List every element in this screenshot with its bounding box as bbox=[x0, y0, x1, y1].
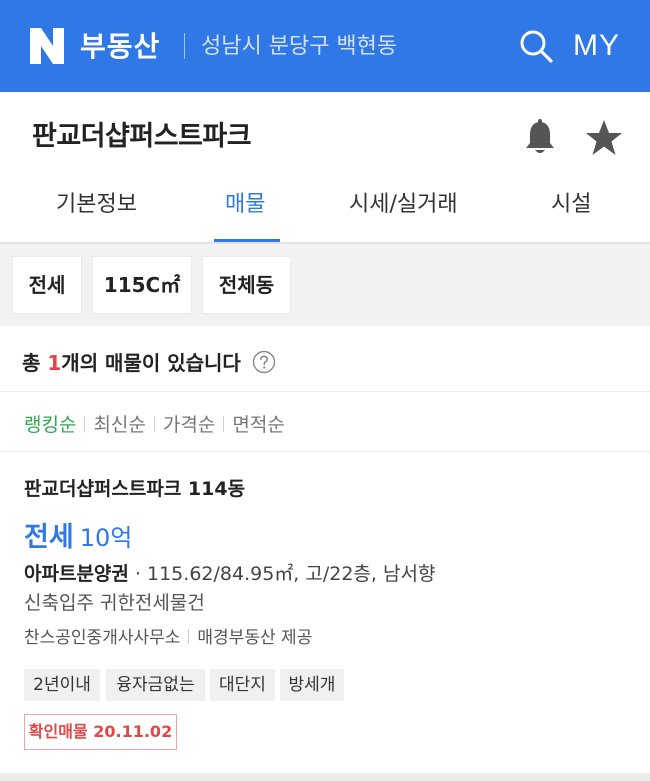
listing-description: 신축입주 귀한전세물건 bbox=[24, 592, 205, 614]
sort-latest[interactable]: 최신순 bbox=[93, 409, 145, 441]
filter-area-size[interactable]: 115C㎡ bbox=[92, 256, 192, 314]
active-tab-indicator bbox=[214, 239, 280, 242]
header-divider bbox=[184, 33, 185, 59]
star-icon[interactable] bbox=[584, 118, 624, 158]
tab-price-transactions[interactable]: 시세/실거래 bbox=[349, 188, 458, 222]
region-label[interactable]: 성남시 분당구 백현동 bbox=[201, 30, 397, 64]
deal-type: 전세 bbox=[24, 522, 74, 553]
search-icon[interactable] bbox=[518, 28, 554, 64]
listing-spec: 아파트분양권 · 115.62/84.95㎡, 고/22층, 남서향 bbox=[24, 560, 435, 588]
sort-divider bbox=[153, 416, 155, 432]
sort-divider bbox=[223, 416, 225, 432]
tab-facilities[interactable]: 시설 bbox=[551, 188, 591, 222]
tab-bar: 기본정보 매물 시세/실거래 시설 bbox=[0, 180, 650, 244]
divider bbox=[0, 391, 650, 392]
filter-deal-type[interactable]: 전세 bbox=[12, 256, 82, 314]
agent-name[interactable]: 찬스공인중개사사무소 bbox=[24, 628, 180, 648]
spec-details: · 115.62/84.95㎡, 고/22층, 남서향 bbox=[128, 563, 436, 585]
sort-price[interactable]: 가격순 bbox=[163, 409, 215, 441]
tab-listings[interactable]: 매물 bbox=[225, 188, 265, 222]
help-icon[interactable] bbox=[252, 350, 276, 374]
filter-building[interactable]: 전체동 bbox=[202, 256, 291, 314]
listing-tag: 대단지 bbox=[210, 669, 275, 701]
complex-title: 판교더샵퍼스트파크 bbox=[32, 121, 252, 152]
filter-bar: 전세 115C㎡ 전체동 bbox=[0, 244, 650, 326]
count-suffix: 개의 매물이 있습니다 bbox=[61, 351, 241, 375]
verified-badge: 확인매물 20.11.02 bbox=[24, 714, 177, 750]
listing-count: 총 1개의 매물이 있습니다 bbox=[22, 346, 276, 380]
listing-tag: 2년이내 bbox=[24, 669, 100, 701]
sort-area[interactable]: 면적순 bbox=[232, 409, 284, 441]
listing-agent: 찬스공인중개사사무소 매경부동산 제공 bbox=[24, 624, 312, 652]
price-value: 10억 bbox=[79, 524, 133, 552]
listing-title[interactable]: 판교더샵퍼스트파크 114동 bbox=[24, 474, 245, 504]
count-number: 1 bbox=[47, 351, 62, 375]
brand-label[interactable]: 부동산 bbox=[80, 28, 160, 66]
count-prefix: 총 bbox=[22, 351, 48, 375]
tab-basic-info[interactable]: 기본정보 bbox=[56, 188, 137, 222]
listing-price[interactable]: 전세 10억 bbox=[24, 518, 132, 561]
top-navigation-bar: 부동산 성남시 분당구 백현동 MY bbox=[0, 0, 650, 92]
agent-divider bbox=[188, 629, 190, 644]
naver-logo-icon[interactable] bbox=[30, 28, 64, 64]
listing-tag: 융자금없는 bbox=[106, 669, 205, 701]
bell-icon[interactable] bbox=[522, 118, 558, 158]
property-type: 아파트분양권 bbox=[24, 563, 129, 585]
data-provider: 매경부동산 제공 bbox=[197, 628, 313, 648]
sort-ranking[interactable]: 랭킹순 bbox=[24, 409, 76, 441]
sort-options: 랭킹순 최신순 가격순 면적순 bbox=[24, 409, 285, 441]
sort-divider bbox=[84, 416, 86, 432]
divider bbox=[0, 451, 650, 452]
my-button[interactable]: MY bbox=[573, 26, 620, 66]
listing-tag: 방세개 bbox=[280, 669, 344, 701]
section-separator bbox=[0, 773, 650, 781]
